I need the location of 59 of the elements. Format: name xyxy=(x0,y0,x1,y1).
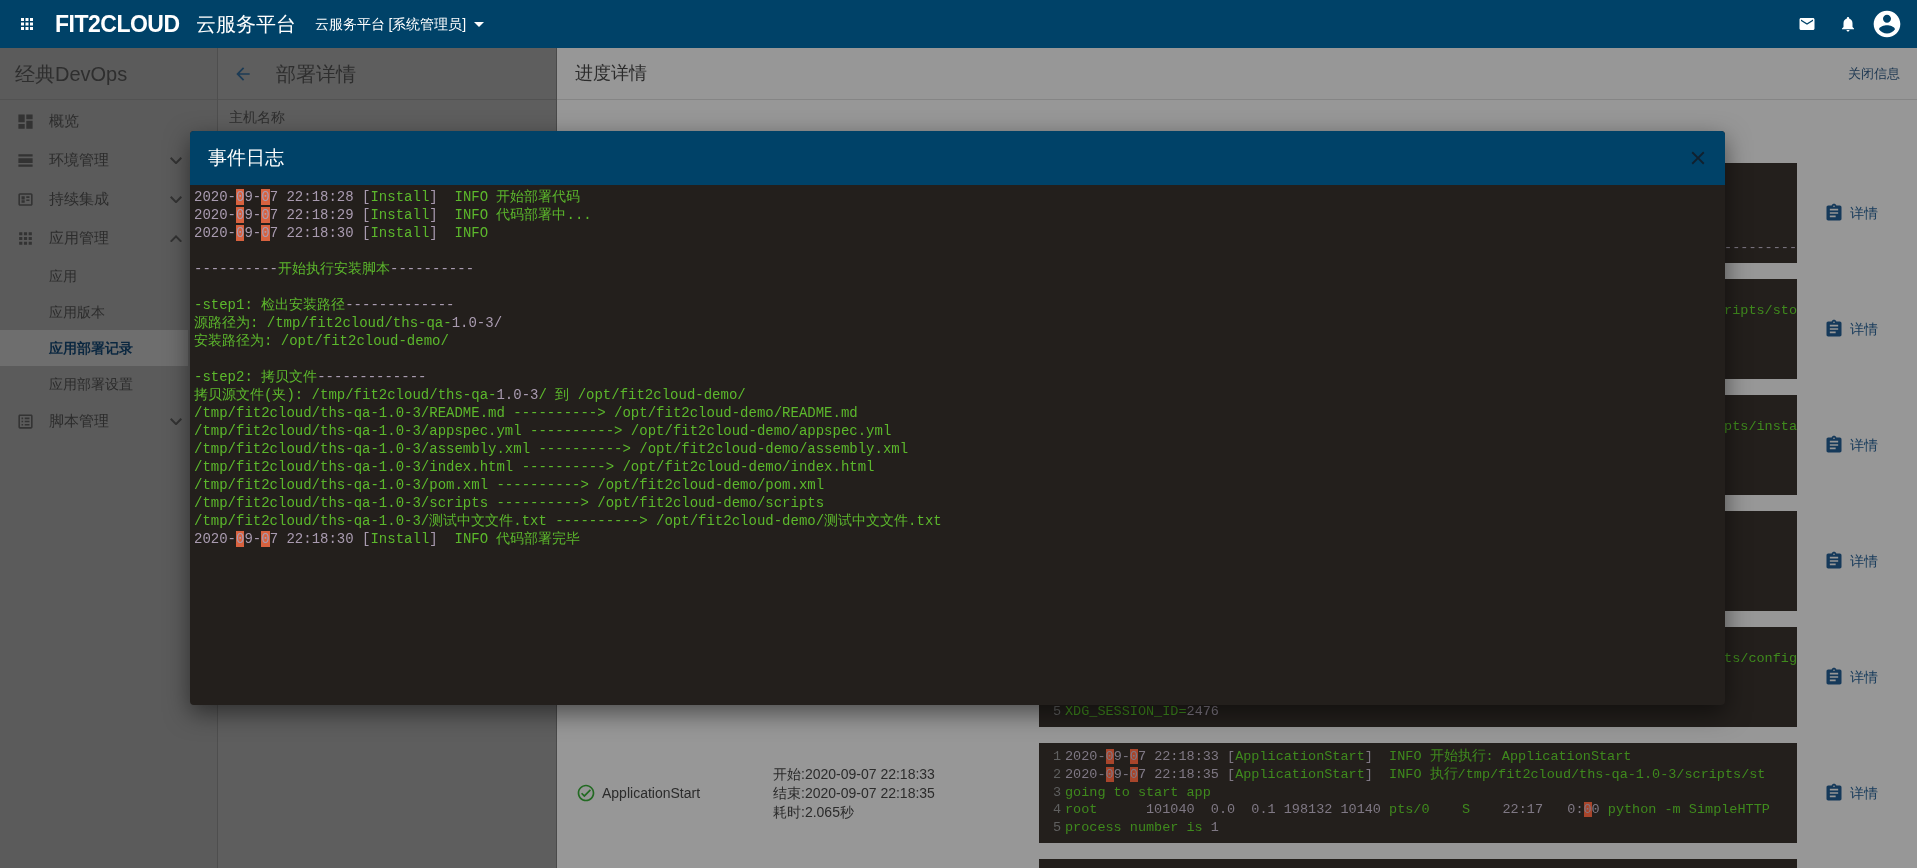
log-line: 2020-09-07 22:18:30 [Install] INFO xyxy=(194,224,489,242)
clipboard-icon xyxy=(1824,551,1844,571)
detail-button[interactable]: 详情 xyxy=(1824,550,1878,572)
log-line: /tmp/fit2cloud/ths-qa-1.0-3/pom.xml ----------> /opt/fit2cloud-demo/pom.xml xyxy=(194,476,825,494)
avatar-icon[interactable] xyxy=(1871,8,1903,40)
clipboard-icon xyxy=(1824,783,1844,803)
output-line-fragment: ts/config xyxy=(1724,649,1797,668)
output-line: 2 2020-09-07 22:18:35 [ApplicationStart] INFO 执行/tmp/fit2cloud/ths-qa-1.0-3/scripts/st xyxy=(1051,765,1766,784)
dialog-title: 事件日志 xyxy=(208,145,284,170)
log-line: /tmp/fit2cloud/ths-qa-1.0-3/README.md ----------> /opt/fit2cloud-demo/README.md xyxy=(194,404,858,422)
menu-icon xyxy=(16,412,35,431)
time-text: 耗时:2.065秒 xyxy=(773,802,854,822)
time-text: 开始:2020-09-07 22:18:33 xyxy=(773,764,935,784)
close-info-button[interactable]: 关闭信息 xyxy=(1848,63,1900,84)
time-text: 结束:2020-09-07 22:18:35 xyxy=(773,783,935,803)
clipboard-icon xyxy=(1824,435,1844,455)
log-line: 2020-09-07 22:18:30 [Install] INFO 代码部署完毕 xyxy=(194,530,581,548)
menu-icon xyxy=(16,229,35,248)
menu-icon xyxy=(16,151,35,170)
log-line: 安装路径为: /opt/fit2cloud-demo/ xyxy=(194,332,449,350)
log-line: /tmp/fit2cloud/ths-qa-1.0-3/index.html ----------> /opt/fit2cloud-demo/index.html xyxy=(194,458,875,476)
panel-title: 进度详情 xyxy=(575,62,647,85)
output-line-fragment: pts/insta xyxy=(1724,417,1797,436)
log-line: 2020-09-07 22:18:29 [Install] INFO 代码部署中... xyxy=(194,206,592,224)
log-line: /tmp/fit2cloud/ths-qa-1.0-3/appspec.yml ----------> /opt/fit2cloud-demo/appspec.yml xyxy=(194,422,892,440)
log-line: 2020-09-07 22:18:28 [Install] INFO 开始部署代码 xyxy=(194,188,581,206)
output-line: 3 going to start app xyxy=(1051,783,1211,802)
log-line: -step2: 拷贝文件------------- xyxy=(194,368,427,386)
menu-icon xyxy=(16,190,35,209)
event-name: ApplicationStart xyxy=(602,783,701,803)
log-line: /tmp/fit2cloud/ths-qa-1.0-3/scripts ----------> /opt/fit2cloud-demo/scripts xyxy=(194,494,825,512)
log-line: /tmp/fit2cloud/ths-qa-1.0-3/测试中文文件.txt ----------> /opt/fit2cloud-demo/测试中文文件.txt xyxy=(194,512,942,530)
log-line: -step1: 检出安装路径------------- xyxy=(194,296,455,314)
clipboard-icon xyxy=(1824,203,1844,223)
log-line: /tmp/fit2cloud/ths-qa-1.0-3/assembly.xml ----------> /opt/fit2cloud-demo/assembly.xml xyxy=(194,440,909,458)
clipboard-icon xyxy=(1824,667,1844,687)
notification-bell-icon[interactable] xyxy=(1839,15,1857,33)
clipboard-icon xyxy=(1824,319,1844,339)
output-line-fragment: --------- xyxy=(1724,239,1797,257)
app-title: 云服务平台 xyxy=(195,12,296,37)
detail-button[interactable]: 详情 xyxy=(1824,202,1878,224)
detail-button[interactable]: 详情 xyxy=(1824,318,1878,340)
output-line: 4 root 101040 0.0 0.1 198132 10140 pts/0 S 22:17 0:00 python -m SimpleHTTP xyxy=(1051,801,1770,819)
detail-button[interactable]: 详情 xyxy=(1824,782,1878,804)
caret-icon xyxy=(474,21,485,27)
menu-icon xyxy=(16,112,35,131)
output-line: 1 2020-09-07 22:18:33 [ApplicationStart] INFO 开始执行: ApplicationStart xyxy=(1051,748,1632,766)
detail-button[interactable]: 详情 xyxy=(1824,434,1878,456)
output-line: 5 process number is 1 xyxy=(1051,819,1219,837)
output-line-fragment: ripts/sto xyxy=(1724,301,1797,320)
logo: FIT2CLOUD xyxy=(55,9,180,39)
mail-icon[interactable] xyxy=(1798,15,1816,33)
apps-grid-icon[interactable] xyxy=(18,15,36,33)
detail-button[interactable]: 详情 xyxy=(1824,666,1878,688)
workspace-dropdown[interactable]: 云服务平台 [系统管理员] xyxy=(314,13,485,35)
log-line: ----------开始执行安装脚本---------- xyxy=(194,260,475,278)
log-line: 拷贝源文件(夹): /tmp/fit2cloud/ths-qa-1.0-3/ 到 /opt/fit2cloud-demo/ xyxy=(194,386,746,404)
sidebar-subitem[interactable]: 应用部署记录 xyxy=(0,330,188,366)
log-line: 源路径为: /tmp/fit2cloud/ths-qa-1.0-3/ xyxy=(194,314,503,332)
